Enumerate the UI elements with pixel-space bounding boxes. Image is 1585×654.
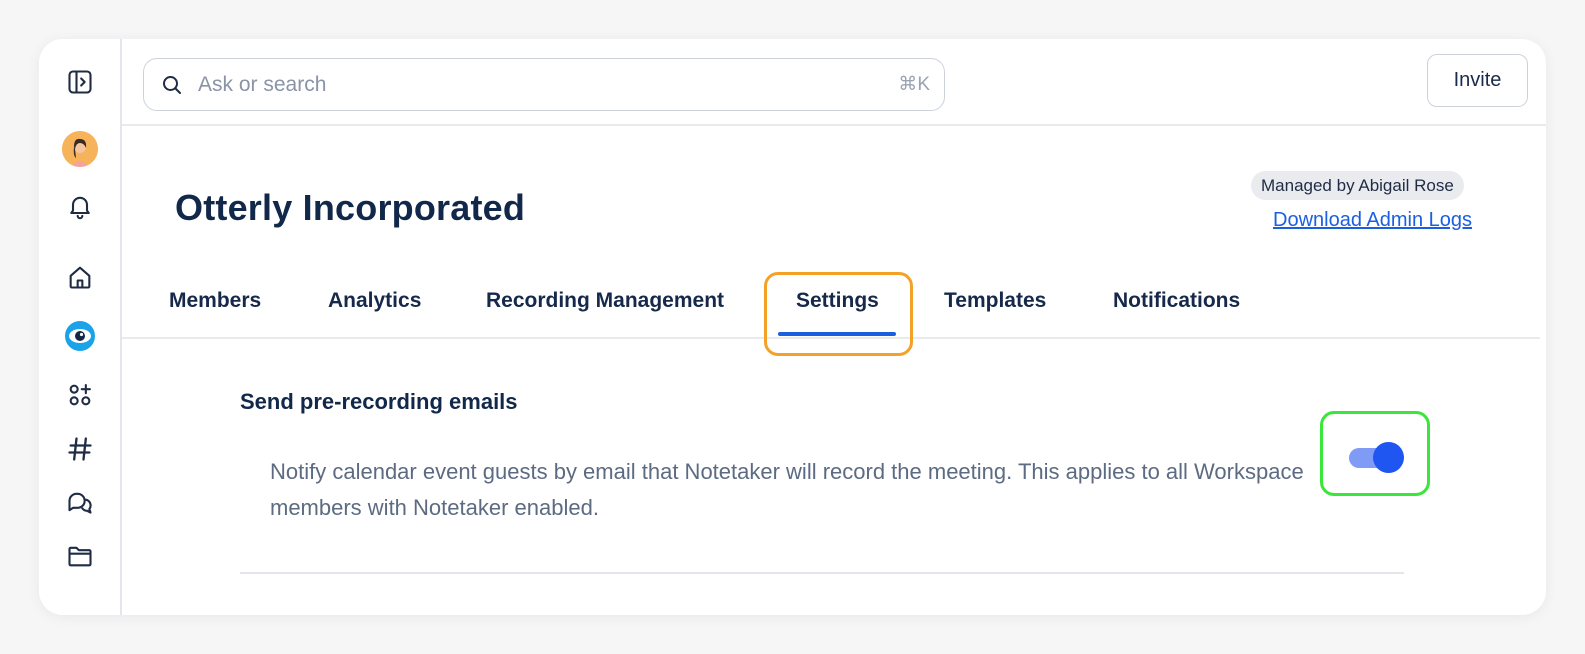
hash-icon[interactable] (62, 431, 98, 467)
setting-description: Notify calendar event guests by email th… (270, 459, 1304, 520)
sidebar (39, 39, 122, 615)
settings-tab-highlight (764, 272, 913, 356)
toggle-knob (1373, 442, 1404, 473)
pre-recording-emails-toggle[interactable] (1349, 441, 1405, 473)
home-icon[interactable] (62, 259, 98, 295)
search-shortcut: ⌘K (898, 74, 930, 95)
sidebar-toggle-icon[interactable] (62, 64, 98, 100)
app-window: Ask or search ⌘K Invite Otterly Incorpor… (39, 39, 1546, 615)
managed-by-badge: Managed by Abigail Rose (1251, 171, 1464, 200)
top-bar: Ask or search ⌘K Invite (122, 39, 1546, 126)
apps-add-icon[interactable] (62, 377, 98, 413)
invite-button[interactable]: Invite (1427, 54, 1528, 107)
bell-icon[interactable] (62, 188, 98, 224)
setting-divider (240, 572, 1404, 574)
search-placeholder: Ask or search (198, 72, 327, 96)
search-input[interactable]: Ask or search ⌘K (143, 58, 945, 111)
tab-members[interactable]: Members (169, 289, 261, 313)
avatar[interactable] (62, 131, 98, 167)
setting-title: Send pre-recording emails (240, 389, 518, 414)
search-icon (160, 73, 184, 97)
page-title: Otterly Incorporated (175, 187, 526, 228)
tab-analytics[interactable]: Analytics (328, 289, 421, 313)
otter-logo-icon[interactable] (62, 318, 98, 354)
tab-notifications[interactable]: Notifications (1113, 289, 1240, 313)
tab-recording-management[interactable]: Recording Management (486, 289, 724, 313)
download-admin-logs-link[interactable]: Download Admin Logs (1273, 209, 1472, 232)
tab-templates[interactable]: Templates (944, 289, 1046, 313)
chat-icon[interactable] (62, 484, 98, 520)
folder-icon[interactable] (62, 538, 98, 574)
